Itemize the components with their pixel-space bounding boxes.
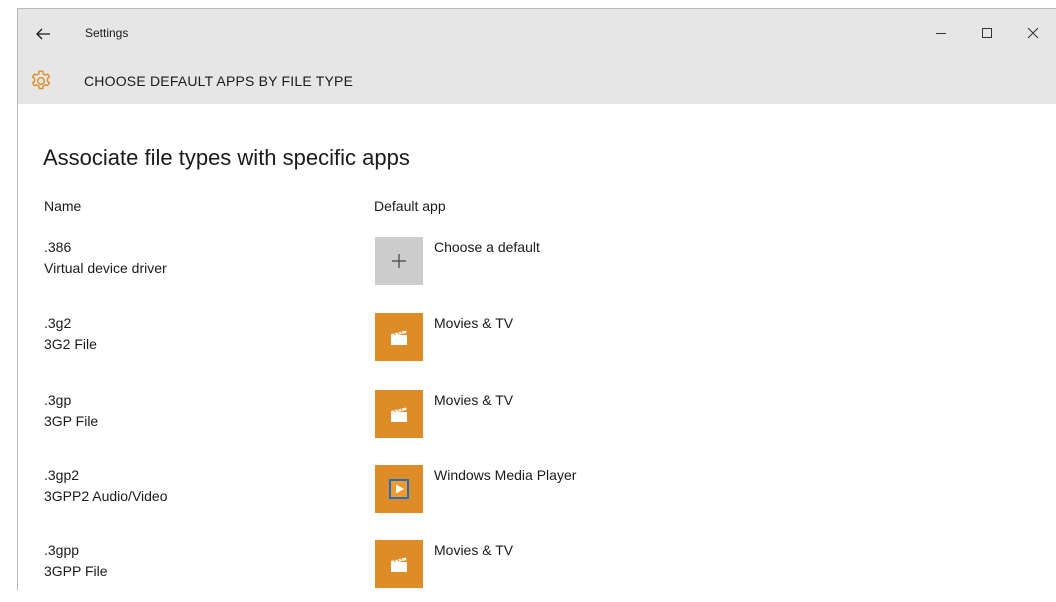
app-name: Choose a default <box>434 239 540 255</box>
movies-tv-icon <box>391 557 407 572</box>
file-type-row: .386 Virtual device driver Choose a defa… <box>18 237 1056 299</box>
app-tile <box>375 540 423 588</box>
app-tile <box>375 313 423 361</box>
app-tile <box>375 237 423 285</box>
file-description: 3GPP File <box>44 563 108 579</box>
default-app-button[interactable]: Movies & TV <box>375 390 635 442</box>
back-arrow-icon <box>36 28 50 40</box>
app-title: Settings <box>85 26 129 40</box>
file-extension: .386 <box>44 239 72 255</box>
app-name: Movies & TV <box>434 542 514 558</box>
file-description: 3GP File <box>44 413 99 429</box>
close-icon <box>1027 27 1039 39</box>
app-tile <box>375 465 423 513</box>
default-app-button[interactable]: Movies & TV <box>375 313 635 365</box>
file-extension: .3gp <box>44 392 72 408</box>
page-heading: CHOOSE DEFAULT APPS BY FILE TYPE <box>84 73 354 89</box>
plus-icon <box>392 254 406 268</box>
settings-window: Settings CHOOSE DEFAULT APPS BY FILE TYP… <box>17 8 1056 590</box>
title-bar: Settings CHOOSE DEFAULT APPS BY FILE TYP… <box>18 9 1056 104</box>
minimize-button[interactable] <box>918 19 964 47</box>
movies-tv-icon <box>391 407 407 422</box>
close-button[interactable] <box>1010 19 1056 47</box>
file-type-row: .3gp2 3GPP2 Audio/Video Windows Media Pl… <box>18 465 1056 527</box>
maximize-button[interactable] <box>964 19 1010 47</box>
app-name: Movies & TV <box>434 315 514 331</box>
default-app-button[interactable]: Choose a default <box>375 237 635 289</box>
section-title: Associate file types with specific apps <box>43 145 410 170</box>
column-header-default-app: Default app <box>374 198 446 214</box>
maximize-icon <box>982 28 992 38</box>
file-type-row: .3g2 3G2 File Movies & TV <box>18 313 1056 375</box>
file-type-row: .3gpp 3GPP File Movies & TV <box>18 540 1056 602</box>
app-name: Windows Media Player <box>434 467 577 483</box>
file-description: 3G2 File <box>44 336 97 352</box>
column-header-name: Name <box>44 198 82 214</box>
default-app-button[interactable]: Windows Media Player <box>375 465 635 517</box>
back-button[interactable] <box>32 23 54 45</box>
movies-tv-icon <box>391 330 407 345</box>
file-extension: .3gpp <box>44 542 80 558</box>
main-content: Associate file types with specific apps … <box>18 104 1056 591</box>
app-tile <box>375 390 423 438</box>
gear-icon <box>31 70 51 90</box>
file-type-row: .3gp 3GP File Movies & TV <box>18 390 1056 452</box>
file-extension: .3gp2 <box>44 467 80 483</box>
file-description: 3GPP2 Audio/Video <box>44 488 168 504</box>
windows-media-player-icon <box>389 479 409 499</box>
app-name: Movies & TV <box>434 392 514 408</box>
file-description: Virtual device driver <box>44 260 167 276</box>
window-controls <box>918 19 1056 47</box>
minimize-icon <box>936 33 946 34</box>
default-app-button[interactable]: Movies & TV <box>375 540 635 592</box>
file-extension: .3g2 <box>44 315 72 331</box>
